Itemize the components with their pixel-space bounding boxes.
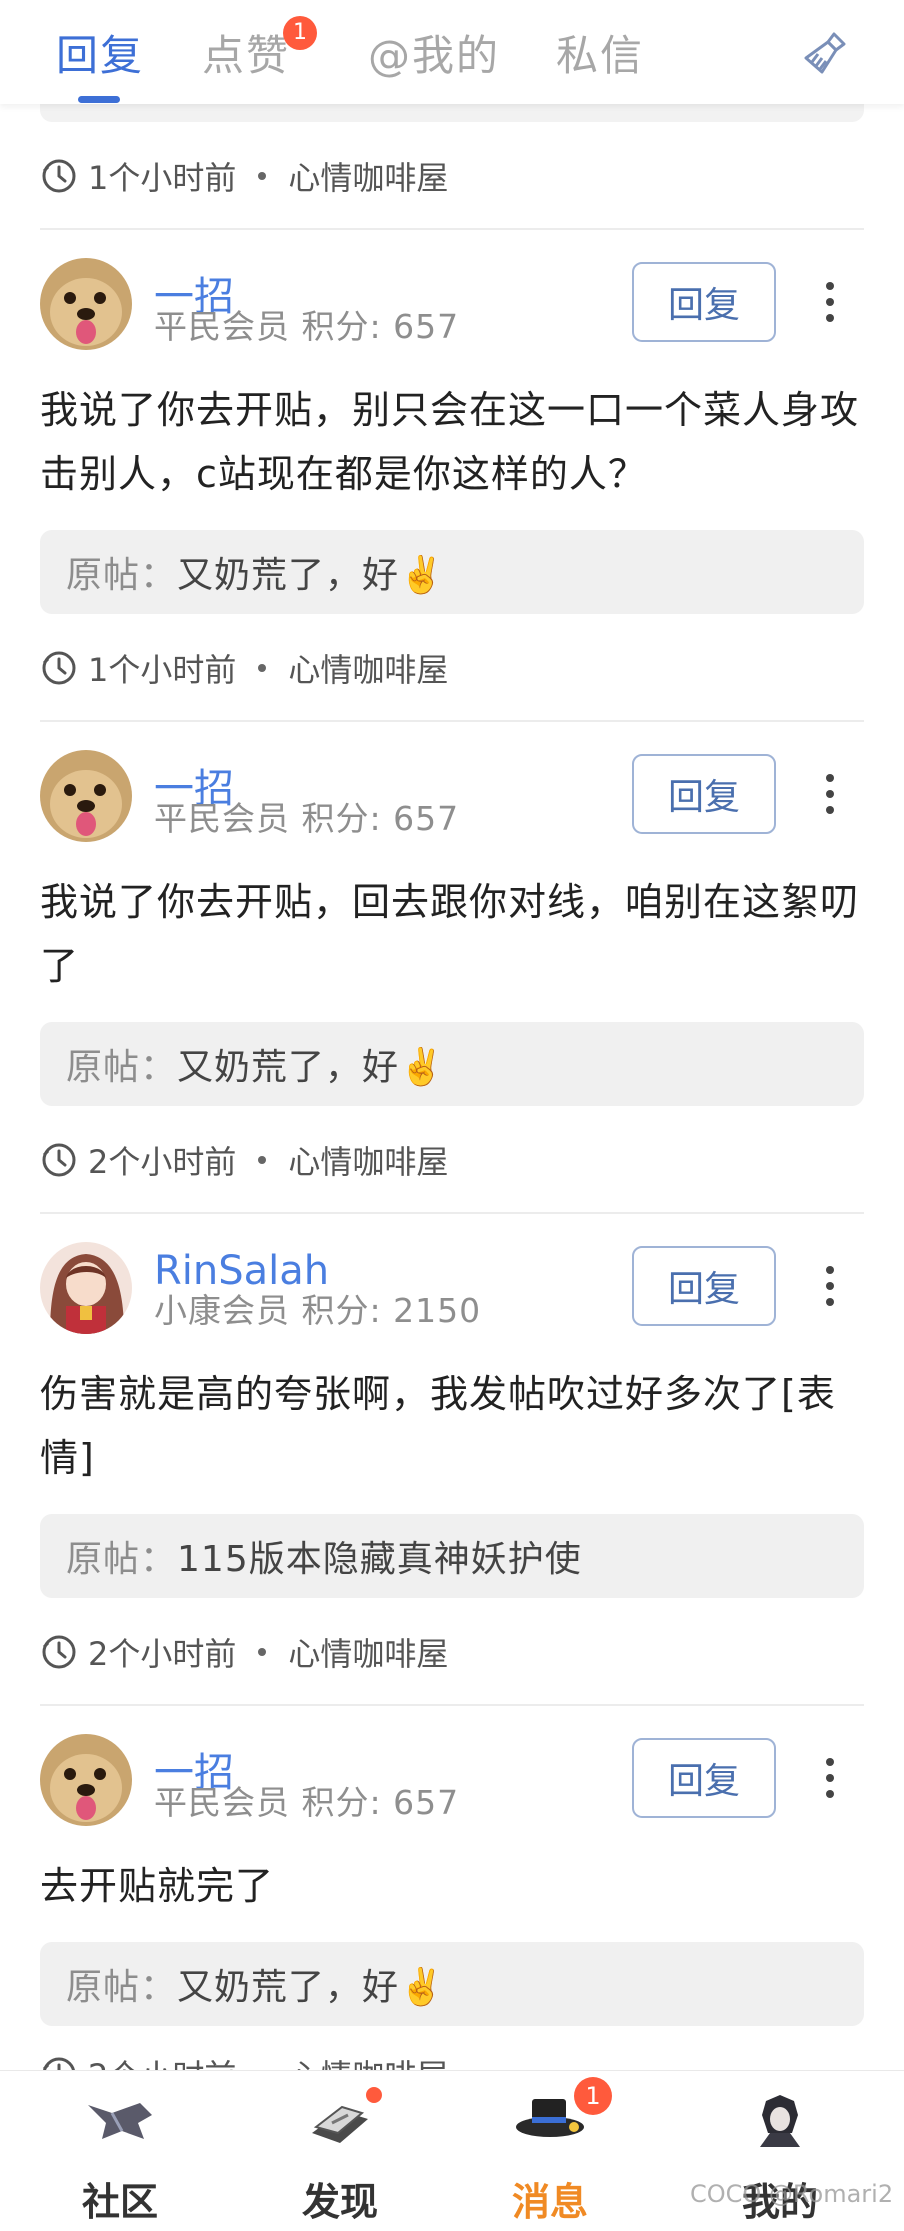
member-level: 平民会员 积分: 657 <box>154 799 460 838</box>
message-content: 伤害就是高的夸张啊，我发帖吹过好多次了[表情] <box>40 1372 836 1480</box>
discover-icon <box>312 2105 368 2143</box>
divider <box>40 1704 864 1706</box>
profile-icon <box>760 2095 800 2147</box>
divider <box>40 720 864 722</box>
clock-icon <box>42 651 76 685</box>
avatar[interactable] <box>40 750 132 842</box>
original-post-box[interactable]: 原帖： 又奶荒了，好✌️ <box>40 1022 864 1106</box>
board-link[interactable]: 心情咖啡屋 <box>288 645 448 691</box>
time-text: 2个小时前 <box>88 1635 237 1673</box>
more-options-icon[interactable] <box>824 1758 836 1802</box>
tab-private-messages[interactable]: 私信 <box>556 22 644 83</box>
member-level: 平民会员 积分: 657 <box>154 307 460 346</box>
clock-icon <box>42 1143 76 1177</box>
original-post-title: 又奶荒了，好✌️ <box>177 555 445 596</box>
board-link[interactable]: 心情咖啡屋 <box>288 1137 448 1183</box>
message-content: 我说了你去开贴，回去跟你对线，咱别在这絮叨了 <box>40 880 860 988</box>
separator-dot <box>258 664 267 672</box>
avatar[interactable] <box>40 258 132 350</box>
nav-label: 社区 <box>81 2180 158 2224</box>
message-meta: 2个小时前 心情咖啡屋 <box>40 1138 448 1182</box>
nav-discover[interactable]: 发现 <box>240 2071 440 2231</box>
avatar[interactable] <box>40 1242 132 1334</box>
reply-button[interactable]: 回复 <box>632 1738 776 1818</box>
top-tab-bar: 回复 点赞 1 @我的 私信 <box>0 0 904 104</box>
dog-avatar-image <box>40 258 132 350</box>
broom-icon[interactable] <box>800 28 850 78</box>
more-options-icon[interactable] <box>824 774 836 818</box>
separator-dot <box>258 1156 267 1164</box>
original-post-label: 原帖： <box>66 1539 178 1580</box>
board-link[interactable]: 心情咖啡屋 <box>288 1629 448 1675</box>
dog-avatar-image <box>40 1734 132 1826</box>
reply-button[interactable]: 回复 <box>632 754 776 834</box>
original-post-box[interactable]: 原帖： 115版本隐藏真神妖护使 <box>40 1514 864 1598</box>
message-meta: 2个小时前 心情咖啡屋 <box>40 1630 448 1674</box>
message-meta: 1个小时前 心情咖啡屋 <box>40 646 448 690</box>
reply-button[interactable]: 回复 <box>632 262 776 342</box>
original-post-title: 又奶荒了，好✌️ <box>177 1047 445 1088</box>
nav-community[interactable]: 社区 <box>20 2071 220 2231</box>
messages-badge: 1 <box>574 2077 612 2115</box>
avatar[interactable] <box>40 1734 132 1826</box>
community-icon <box>88 2103 152 2139</box>
tab-mentions[interactable]: @我的 <box>368 22 500 83</box>
clock-icon <box>42 159 76 193</box>
tab-likes[interactable]: 点赞 <box>202 22 290 83</box>
time-text: 2个小时前 <box>88 1143 237 1181</box>
nav-messages[interactable]: 1 消息 <box>450 2071 650 2231</box>
message-content: 去开贴就完了 <box>40 1864 275 1908</box>
more-options-icon[interactable] <box>824 282 836 326</box>
dog-avatar-image <box>40 750 132 842</box>
divider <box>40 1212 864 1214</box>
tab-replies[interactable]: 回复 <box>56 22 144 83</box>
tab-active-indicator <box>78 96 120 103</box>
time-text: 1个小时前 <box>88 159 237 197</box>
reply-button[interactable]: 回复 <box>632 1246 776 1326</box>
more-options-icon[interactable] <box>824 1266 836 1310</box>
original-post-label: 原帖： <box>66 555 178 596</box>
member-level: 平民会员 积分: 657 <box>154 1783 460 1822</box>
original-post-title: 115版本隐藏真神妖护使 <box>177 1539 582 1580</box>
message-content: 我说了你去开贴，别只会在这一口一个菜人身攻击别人，c站现在都是你这样的人？ <box>40 388 860 496</box>
original-post-box[interactable]: 原帖： 又奶荒了，好✌️ <box>40 1942 864 2026</box>
nav-label: 发现 <box>301 2180 378 2224</box>
separator-dot <box>258 172 267 180</box>
divider <box>40 228 864 230</box>
watermark: COCO @Romari2 <box>690 2180 894 2208</box>
previous-item-meta: 1个小时前 心情咖啡屋 <box>40 154 448 198</box>
original-post-label: 原帖： <box>66 1047 178 1088</box>
member-level: 小康会员 积分: 2150 <box>154 1291 482 1330</box>
nav-label: 消息 <box>511 2180 588 2224</box>
discover-dot <box>366 2087 382 2103</box>
time-text: 1个小时前 <box>88 651 237 689</box>
clock-icon <box>42 1635 76 1669</box>
original-post-box[interactable]: 原帖： 又奶荒了，好✌️ <box>40 530 864 614</box>
separator-dot <box>258 1648 267 1656</box>
original-post-title: 又奶荒了，好✌️ <box>177 1967 445 2008</box>
anime-girl-avatar-image <box>40 1242 132 1334</box>
likes-badge: 1 <box>283 16 317 50</box>
board-link[interactable]: 心情咖啡屋 <box>288 153 448 199</box>
original-post-label: 原帖： <box>66 1967 178 2008</box>
